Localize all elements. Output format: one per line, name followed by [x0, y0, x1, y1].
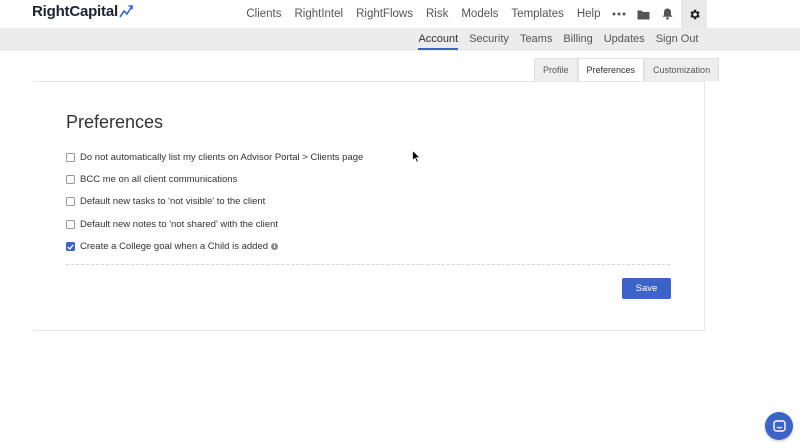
settings-button[interactable] [681, 0, 707, 28]
subnav-updates[interactable]: Updates [604, 28, 645, 51]
pref-label: Default new notes to 'not shared' with t… [80, 218, 278, 230]
pref-option-hide-clients[interactable]: Do not automatically list my clients on … [66, 146, 363, 168]
tab-preferences[interactable]: Preferences [577, 58, 645, 81]
pref-option-bcc[interactable]: BCC me on all client communications [66, 168, 363, 190]
pref-option-college-goal[interactable]: Create a College goal when a Child is ad… [66, 236, 363, 258]
divider [66, 264, 670, 265]
logo-arrow-icon [119, 5, 133, 18]
pref-label: Default new tasks to 'not visible' to th… [80, 196, 266, 208]
checkbox-tasks-not-visible[interactable] [66, 197, 75, 207]
info-icon[interactable]: i [271, 243, 279, 251]
top-navigation-bar: RightCapital Clients RightIntel RightFlo… [0, 0, 800, 28]
folder-icon[interactable] [631, 0, 655, 28]
gear-icon [689, 9, 700, 19]
preferences-list: Do not automatically list my clients on … [66, 146, 363, 258]
settings-tabs: Profile Preferences Customization [534, 58, 720, 81]
nav-clients[interactable]: Clients [246, 8, 281, 20]
checkbox-notes-not-shared[interactable] [66, 219, 75, 229]
chat-support-button[interactable] [765, 412, 793, 440]
subnav-account[interactable]: Account [418, 28, 458, 51]
nav-rightintel[interactable]: RightIntel [294, 8, 343, 20]
brand-name: RightCapital [32, 3, 118, 20]
page-title: Preferences [66, 112, 164, 132]
nav-templates[interactable]: Templates [511, 8, 563, 20]
mouse-cursor-icon [412, 150, 421, 163]
save-button[interactable]: Save [622, 278, 671, 299]
checkbox-college-goal[interactable] [66, 242, 75, 252]
more-icon[interactable] [607, 0, 631, 28]
subnav-billing[interactable]: Billing [563, 28, 592, 51]
brand-logo[interactable]: RightCapital [32, 3, 133, 20]
subnav-security[interactable]: Security [469, 28, 509, 51]
account-subnav-bar: Account Security Teams Billing Updates S… [0, 28, 800, 51]
pref-label: Do not automatically list my clients on … [80, 151, 364, 163]
subnav-teams[interactable]: Teams [520, 28, 552, 51]
nav-models[interactable]: Models [461, 8, 498, 20]
checkbox-bcc[interactable] [66, 175, 75, 185]
chat-icon [772, 419, 786, 432]
pref-label: BCC me on all client communications [80, 174, 238, 186]
pref-option-notes-not-shared[interactable]: Default new notes to 'not shared' with t… [66, 213, 363, 235]
tab-customization[interactable]: Customization [644, 58, 720, 81]
pref-option-tasks-not-visible[interactable]: Default new tasks to 'not visible' to th… [66, 191, 363, 213]
nav-help[interactable]: Help [577, 8, 601, 20]
account-subnav: Account Security Teams Billing Updates S… [413, 28, 704, 51]
tab-profile[interactable]: Profile [534, 58, 578, 81]
nav-risk[interactable]: Risk [426, 8, 448, 20]
subnav-sign-out[interactable]: Sign Out [656, 28, 699, 51]
main-nav: Clients RightIntel RightFlows Risk Model… [240, 0, 800, 28]
nav-rightflows[interactable]: RightFlows [356, 8, 413, 20]
checkbox-hide-clients[interactable] [66, 152, 75, 162]
checkmark-icon [67, 244, 74, 250]
bell-icon[interactable] [655, 0, 679, 28]
preferences-panel: Preferences Do not automatically list my… [33, 81, 705, 331]
pref-label: Create a College goal when a Child is ad… [80, 241, 269, 253]
